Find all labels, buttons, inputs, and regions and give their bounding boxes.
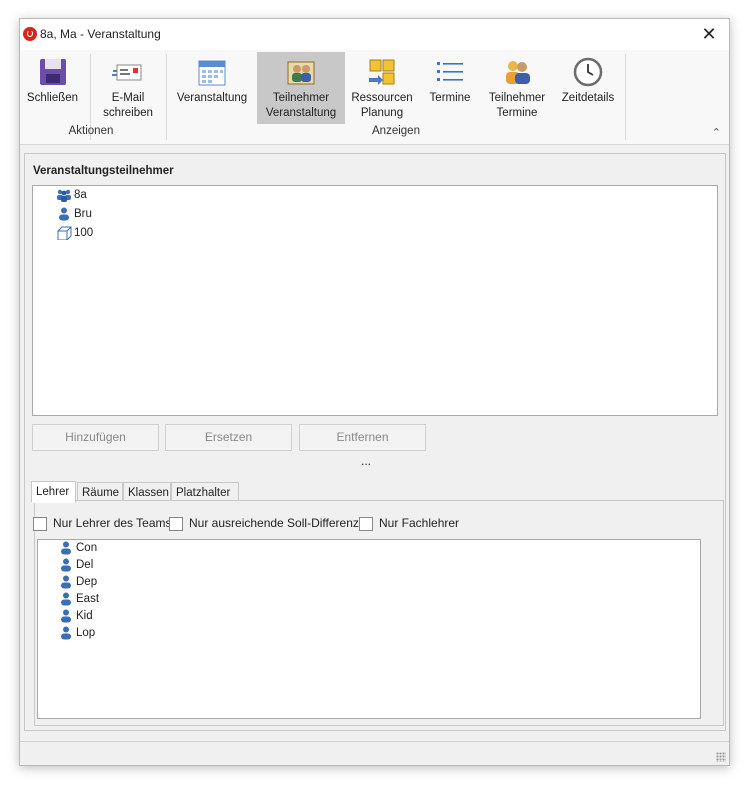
teacher-icon xyxy=(56,207,72,221)
room-icon xyxy=(56,226,72,241)
teacher-icon xyxy=(58,541,74,555)
appointments-button[interactable]: Termine xyxy=(422,52,478,124)
list-icon xyxy=(434,56,466,88)
collapse-ribbon-icon[interactable]: ⌃ xyxy=(712,126,721,139)
group-icon xyxy=(56,188,72,202)
ribbon-separator xyxy=(625,54,626,140)
list-item[interactable]: Bru xyxy=(56,206,92,223)
add-button[interactable]: Hinzufügen xyxy=(32,424,159,451)
email-button[interactable]: E-Mail schreiben xyxy=(98,52,158,124)
teacher-icon xyxy=(58,592,74,606)
participants-panel: Veranstaltungsteilnehmer 8a Bru 100 Hinz… xyxy=(24,153,726,731)
filter-sufficient-difference-checkbox[interactable]: Nur ausreichende Soll-Differenz xyxy=(169,515,359,531)
participant-label: 100 xyxy=(74,227,94,239)
list-item[interactable]: Lop xyxy=(58,625,95,642)
teacher-label: East xyxy=(76,593,100,605)
tab-teachers[interactable]: Lehrer xyxy=(31,481,76,503)
teacher-icon xyxy=(58,558,74,572)
calendar-icon xyxy=(196,56,228,88)
close-event-label: Schließen xyxy=(26,92,79,104)
resources-icon xyxy=(366,56,398,88)
teacher-icon xyxy=(58,626,74,640)
resize-grip-icon[interactable] xyxy=(716,752,726,762)
checkbox-box[interactable] xyxy=(33,516,47,531)
time-details-label: Zeitdetails xyxy=(561,92,615,104)
ribbon: Schließen E-Mail schreiben Aktionen Vera… xyxy=(20,50,729,145)
window-title: 8a, Ma - Veranstaltung xyxy=(40,27,161,41)
list-item[interactable]: 100 xyxy=(56,225,93,242)
list-item[interactable]: Con xyxy=(58,540,97,557)
participant-label: Bru xyxy=(74,208,92,220)
participants-book-icon xyxy=(285,56,317,88)
more-options-button[interactable]: ... xyxy=(361,454,371,468)
participant-appointments-button[interactable]: Teilnehmer Termine xyxy=(482,52,552,124)
event-participants-button[interactable]: Teilnehmer Veranstaltung xyxy=(257,52,345,124)
event-view-button[interactable]: Veranstaltung xyxy=(172,52,252,124)
tab-classes[interactable]: Klassen xyxy=(123,482,171,502)
participants-list[interactable]: 8a Bru 100 xyxy=(32,185,718,416)
teachers-list[interactable]: Con Del Dep East Kid Lop xyxy=(37,539,701,719)
filter-subject-teachers-checkbox[interactable]: Nur Fachlehrer xyxy=(359,515,459,531)
remove-button[interactable]: Entfernen xyxy=(299,424,426,451)
list-item[interactable]: East xyxy=(58,591,99,608)
list-item[interactable]: 8a xyxy=(56,187,87,204)
teacher-label: Dep xyxy=(76,576,98,588)
resource-planning-button[interactable]: Ressourcen Planung xyxy=(348,52,416,124)
group-label-actions: Aktionen xyxy=(68,125,114,137)
tab-rooms[interactable]: Räume xyxy=(77,482,123,502)
tab-placeholders[interactable]: Platzhalter xyxy=(171,482,239,502)
event-window: 8a, Ma - Veranstaltung ✕ Schließen E-Mai… xyxy=(19,18,730,766)
title-bar: 8a, Ma - Veranstaltung ✕ xyxy=(20,19,729,50)
checkbox-box[interactable] xyxy=(169,516,183,531)
email-label: E-Mail schreiben xyxy=(103,92,153,119)
replace-button[interactable]: Ersetzen xyxy=(165,424,292,451)
close-button[interactable]: ✕ xyxy=(699,24,719,44)
list-item[interactable]: Dep xyxy=(58,574,97,591)
group-label-views: Anzeigen xyxy=(372,125,420,137)
appointments-label: Termine xyxy=(429,92,471,104)
filter-label: Nur Lehrer des Teams xyxy=(53,516,172,530)
teacher-label: Kid xyxy=(76,610,93,622)
teacher-icon xyxy=(58,609,74,623)
filter-label: Nur Fachlehrer xyxy=(379,516,460,530)
close-event-button[interactable]: Schließen xyxy=(24,52,81,124)
checkbox-box[interactable] xyxy=(359,516,373,531)
participant-label: 8a xyxy=(74,189,87,201)
list-item[interactable]: Kid xyxy=(58,608,93,625)
participants-section-title: Veranstaltungsteilnehmer xyxy=(33,165,174,177)
event-view-label: Veranstaltung xyxy=(176,92,248,104)
teachers-tab-panel: Nur Lehrer des Teams Nur ausreichende So… xyxy=(33,500,724,726)
clock-icon xyxy=(572,56,604,88)
ribbon-separator xyxy=(166,54,167,140)
event-participants-label: Teilnehmer Veranstaltung xyxy=(265,92,337,119)
status-bar xyxy=(20,741,729,765)
teacher-label: Lop xyxy=(76,627,96,639)
email-icon xyxy=(112,56,144,88)
people-icon xyxy=(501,56,533,88)
teacher-label: Del xyxy=(76,559,94,571)
participant-appointments-label: Teilnehmer Termine xyxy=(488,92,546,119)
teacher-icon xyxy=(58,575,74,589)
time-details-button[interactable]: Zeitdetails xyxy=(556,52,620,124)
resource-planning-label: Ressourcen Planung xyxy=(351,92,413,119)
save-disk-icon xyxy=(37,56,69,88)
filter-label: Nur ausreichende Soll-Differenz xyxy=(189,516,359,530)
filter-team-teachers-checkbox[interactable]: Nur Lehrer des Teams xyxy=(33,515,172,531)
app-logo-icon xyxy=(23,27,37,41)
list-item[interactable]: Del xyxy=(58,557,93,574)
teacher-label: Con xyxy=(76,542,98,554)
